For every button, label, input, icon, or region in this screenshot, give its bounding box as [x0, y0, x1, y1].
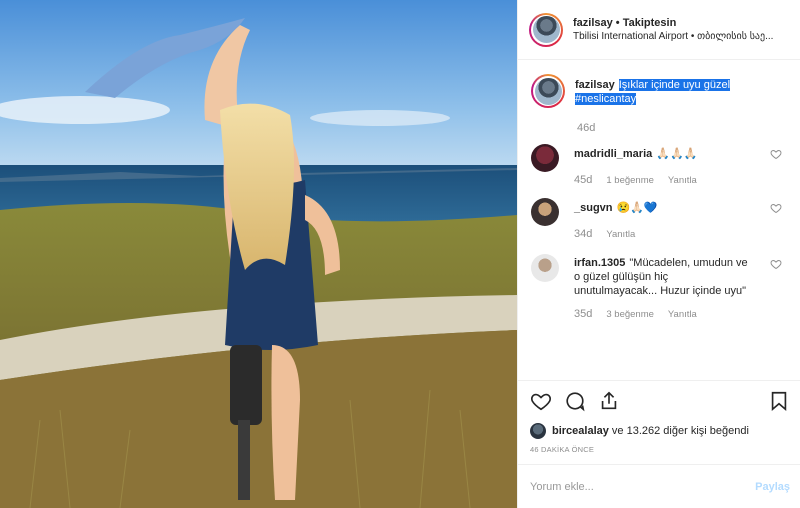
caption-avatar[interactable] — [531, 74, 565, 108]
like-comment-heart-icon[interactable] — [770, 202, 782, 214]
comment-time[interactable]: 34d — [574, 228, 592, 240]
commenter-avatar[interactable] — [531, 144, 559, 172]
author-avatar[interactable] — [529, 12, 563, 47]
comment-text: 😢🙏🏻💙 — [616, 202, 658, 214]
like-comment-heart-icon[interactable] — [770, 258, 782, 270]
likes-count-text[interactable]: ve 13.262 diğer kişi beğendi — [609, 425, 749, 437]
liker-username[interactable]: bircealalay — [552, 425, 609, 437]
comment-username[interactable]: irfan.1305 — [574, 257, 625, 269]
post-comment-button[interactable]: Paylaş — [755, 481, 790, 493]
comment-item: madridli_maria 🙏🏻🙏🏻🙏🏻 45d 1 beğenme Yanıt… — [531, 144, 788, 186]
post-photo[interactable] — [0, 0, 517, 508]
caption-time[interactable]: 46d — [577, 122, 595, 134]
caption-username[interactable]: fazilsay — [575, 79, 615, 91]
comment-item: irfan.1305 "Mücadelen, umudun ve o güzel … — [531, 254, 788, 320]
follow-status[interactable]: Takiptesin — [623, 17, 677, 29]
post-view: fazilsay • Takiptesin Tbilisi Internatio… — [0, 0, 800, 508]
reply-button[interactable]: Yanıtla — [606, 229, 635, 240]
comments-list: fazilsay Işıklar içinde uyu güzel #neslic… — [518, 60, 800, 380]
comment-bubble-icon[interactable] — [564, 390, 586, 412]
comment-input[interactable] — [530, 480, 756, 493]
commenter-avatar[interactable] — [531, 254, 559, 282]
likes-summary: bircealalay ve 13.262 diğer kişi beğendi — [518, 420, 800, 442]
post-header: fazilsay • Takiptesin Tbilisi Internatio… — [518, 0, 800, 60]
bookmark-icon[interactable] — [768, 390, 790, 412]
like-comment-heart-icon[interactable] — [770, 148, 782, 160]
reply-button[interactable]: Yanıtla — [668, 309, 697, 320]
comment-likes[interactable]: 1 beğenme — [606, 175, 654, 186]
comment-time[interactable]: 35d — [574, 308, 592, 320]
photo-illustration — [0, 0, 517, 508]
caption: fazilsay Işıklar içinde uyu güzel #neslic… — [531, 74, 788, 108]
comment-text: 🙏🏻🙏🏻🙏🏻 — [656, 148, 698, 160]
comment-likes[interactable]: 3 beğenme — [606, 309, 654, 320]
post-location[interactable]: Tbilisi International Airport • თბილისის… — [573, 31, 788, 42]
add-comment-bar: Paylaş — [518, 464, 800, 508]
header-separator: • — [612, 17, 623, 29]
commenter-avatar[interactable] — [531, 198, 559, 226]
liker-avatar[interactable] — [530, 423, 546, 439]
comment-username[interactable]: madridli_maria — [574, 148, 652, 160]
post-timestamp[interactable]: 46 DAKİKA ÖNCE — [518, 442, 800, 458]
post-detail-panel: fazilsay • Takiptesin Tbilisi Internatio… — [517, 0, 800, 508]
post-actions-bar — [518, 380, 800, 420]
author-username[interactable]: fazilsay — [573, 17, 613, 29]
comment-username[interactable]: _sugvn — [574, 202, 613, 214]
comment-time[interactable]: 45d — [574, 174, 592, 186]
share-icon[interactable] — [598, 390, 620, 412]
like-heart-icon[interactable] — [530, 390, 552, 412]
comment-item: _sugvn 😢🙏🏻💙 34d Yanıtla — [531, 198, 788, 240]
reply-button[interactable]: Yanıtla — [668, 175, 697, 186]
